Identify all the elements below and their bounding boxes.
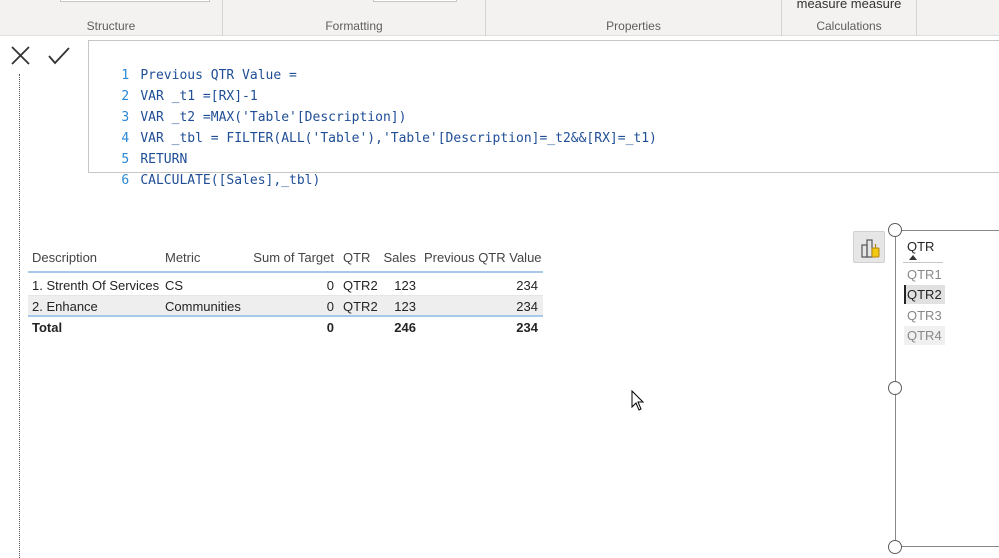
commit-formula-button[interactable] xyxy=(44,42,74,70)
formula-line: 6 CALCULATE([Sales],_tbl) xyxy=(89,149,320,188)
ribbon-group-calculations: measure measure Calculations xyxy=(782,0,917,36)
dax-formula-editor[interactable]: 1 Previous QTR Value = 2 VAR _t1 =[RX]-1 3… xyxy=(88,40,999,188)
formula-text: CALCULATE([Sales],_tbl) xyxy=(140,173,321,188)
formatting-control-remnant[interactable] xyxy=(373,0,457,2)
cell-total-sum-of-target: 0 xyxy=(326,320,334,335)
cell-total-previous-qtr-value: 234 xyxy=(516,320,538,335)
column-header-sum-of-target[interactable]: Sum of Target xyxy=(242,247,334,268)
formula-line: 5 RETURN xyxy=(89,128,187,167)
mouse-cursor-icon xyxy=(631,390,645,411)
sort-ascending-icon[interactable] xyxy=(909,255,917,260)
formula-line: 1 Previous QTR Value = xyxy=(89,44,297,83)
cell-total-label: Total xyxy=(32,320,63,335)
cell-previous-qtr-value: 234 xyxy=(516,299,538,314)
resize-handle-bottom-left[interactable] xyxy=(888,540,902,554)
formula-line: 4 VAR _tbl = FILTER(ALL('Table'),'Table'[… xyxy=(89,107,657,146)
slicer-header-underline xyxy=(903,262,943,263)
slicer-item-qtr2[interactable]: QTR2 xyxy=(904,285,945,304)
cancel-formula-button[interactable] xyxy=(6,42,36,70)
formula-line: 3 VAR _t2 =MAX('Table'[Description]) xyxy=(89,86,406,125)
format-visual-icon xyxy=(861,239,880,258)
table-row[interactable]: 2. Enhance Communities 0 QTR2 123 234 xyxy=(28,296,543,317)
ribbon-group-label: Formatting xyxy=(325,19,383,33)
formula-line: 2 VAR _t1 =[RX]-1 xyxy=(89,65,257,104)
ribbon-group-properties: Properties xyxy=(486,0,782,36)
table-row[interactable]: 1. Strenth Of Services CS 0 QTR2 123 234 xyxy=(28,275,543,296)
report-canvas-boundary xyxy=(19,74,20,558)
column-header-description[interactable]: Description xyxy=(32,247,97,268)
ribbon-group-label: Calculations xyxy=(816,19,882,33)
cell-metric: Communities xyxy=(165,299,241,314)
resize-handle-top-left[interactable] xyxy=(888,223,902,237)
column-header-qtr[interactable]: QTR xyxy=(343,247,370,268)
slicer-item-qtr1[interactable]: QTR1 xyxy=(904,265,945,284)
new-measure-buttons[interactable]: measure measure xyxy=(782,0,916,11)
resize-handle-middle-left[interactable] xyxy=(888,381,902,395)
structure-control-remnant[interactable] xyxy=(60,0,210,2)
column-header-previous-qtr-value[interactable]: Previous QTR Value xyxy=(424,247,542,268)
format-visual-button[interactable] xyxy=(853,231,885,263)
ribbon-group-label: Properties xyxy=(606,19,661,33)
table-header-row: Description Metric Sum of Target QTR Sal… xyxy=(28,245,543,273)
column-header-metric[interactable]: Metric xyxy=(165,247,200,268)
cell-previous-qtr-value: 234 xyxy=(516,278,538,293)
ribbon-group-structure: Structure xyxy=(0,0,223,36)
formula-text: VAR _tbl = FILTER(ALL('Table'),'Table'[D… xyxy=(140,131,657,146)
cell-description: 1. Strenth Of Services xyxy=(32,278,160,293)
cell-metric: CS xyxy=(165,278,184,293)
cell-sales: 123 xyxy=(394,278,416,293)
slicer-item-qtr3[interactable]: QTR3 xyxy=(904,306,945,325)
close-icon xyxy=(11,46,30,65)
table-total-row: Total 0 246 234 xyxy=(28,317,543,338)
slicer-item-qtr4[interactable]: QTR4 xyxy=(904,326,945,345)
slicer-title: QTR xyxy=(907,239,935,254)
ribbon-group-label: Structure xyxy=(86,19,136,33)
cell-qtr: QTR2 xyxy=(343,278,378,293)
cell-description: 2. Enhance xyxy=(32,299,98,314)
ribbon: Structure Formatting Properties measure … xyxy=(0,0,999,36)
cell-total-sales: 246 xyxy=(394,320,416,335)
cell-qtr: QTR2 xyxy=(343,299,378,314)
cell-sum-of-target: 0 xyxy=(326,299,334,314)
column-header-sales[interactable]: Sales xyxy=(380,247,416,268)
line-number: 6 xyxy=(121,173,130,188)
cell-sales: 123 xyxy=(394,299,416,314)
check-icon xyxy=(48,47,70,65)
cell-sum-of-target: 0 xyxy=(326,278,334,293)
ribbon-group-formatting: Formatting xyxy=(223,0,486,36)
